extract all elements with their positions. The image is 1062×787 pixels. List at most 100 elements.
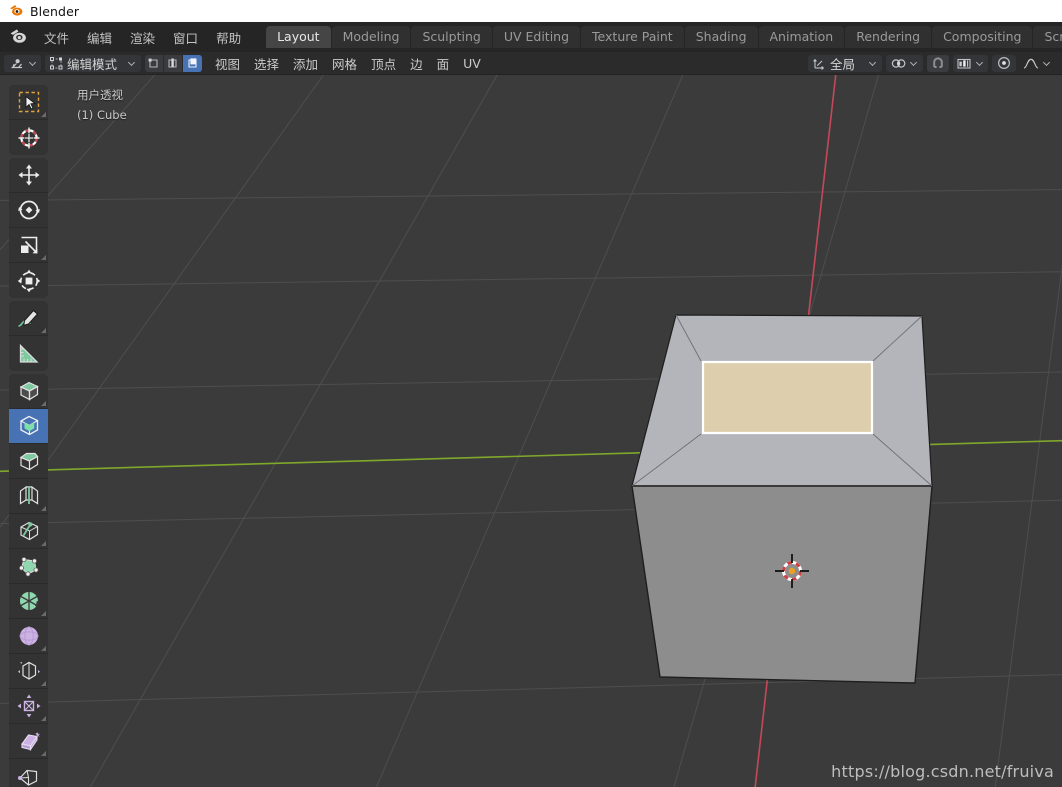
workspace-tab-compositing[interactable]: Compositing: [932, 26, 1033, 48]
toolbar-group-annotate: [9, 301, 48, 371]
interaction-mode-selector[interactable]: 编辑模式: [45, 54, 141, 72]
menubar-items: 文件 编辑 渲染 窗口 帮助: [35, 25, 250, 50]
transform-orientation-label: 全局: [830, 56, 856, 72]
viewport-view-name: 用户透视: [77, 88, 123, 102]
toolbar-group-transform: [9, 158, 48, 298]
editor-type-selector[interactable]: [4, 54, 41, 72]
tweak-select-box-tool[interactable]: [9, 85, 48, 120]
chevron-down-icon: [870, 60, 877, 67]
proportional-falloff-smooth-icon: [1023, 57, 1039, 70]
snap-magnet-icon: [931, 56, 945, 70]
inset-faces-tool[interactable]: [9, 409, 48, 444]
workspace-tab-rendering[interactable]: Rendering: [845, 26, 932, 48]
interaction-mode-label: 编辑模式: [67, 56, 118, 72]
tool-more-corner-icon: [41, 716, 46, 721]
viewport-menu-vertex[interactable]: 顶点: [364, 52, 403, 75]
tool-more-corner-icon: [41, 646, 46, 651]
menu-window[interactable]: 窗口: [164, 25, 207, 50]
chevron-down-icon: [129, 60, 136, 67]
edge-slide-tool[interactable]: [9, 654, 48, 689]
smooth-tool[interactable]: [9, 619, 48, 654]
viewport-menu-face[interactable]: 面: [430, 52, 457, 75]
tool-more-corner-icon: [41, 611, 46, 616]
cube-object[interactable]: [631, 314, 933, 684]
workspace-tab-modeling[interactable]: Modeling: [331, 26, 411, 48]
viewport-menu-view[interactable]: 视图: [208, 52, 247, 75]
face-select-mode[interactable]: [183, 54, 202, 72]
tool-more-corner-icon: [41, 751, 46, 756]
edge-select-mode[interactable]: [164, 54, 183, 72]
proportional-editing-selector[interactable]: [953, 54, 988, 72]
3d-viewport[interactable]: 用户透视 (1) Cube https://blog.csdn.net/frui…: [0, 75, 1062, 787]
workspace-tab-texture-paint[interactable]: Texture Paint: [581, 26, 684, 48]
viewport-header-menus: 视图 选择 添加 网格 顶点 边 面 UV: [208, 52, 488, 75]
spin-tool[interactable]: [9, 584, 48, 619]
viewport-menu-uv[interactable]: UV: [456, 54, 488, 73]
viewport-header: 编辑模式 视图 选择 添加 网格 顶点 边 面 UV 全局: [0, 52, 1062, 75]
viewport-toolbar: [9, 85, 48, 787]
workspace-tab-animation[interactable]: Animation: [758, 26, 845, 48]
scale-tool[interactable]: [9, 228, 48, 263]
transform-tool[interactable]: [9, 263, 48, 298]
snapping-selector[interactable]: [886, 54, 923, 72]
workspace-tab-scripting[interactable]: Scripting: [1033, 26, 1062, 48]
cursor-tool[interactable]: [9, 120, 48, 155]
viewport-canvas: [0, 75, 1062, 787]
workspace-tab-layout[interactable]: Layout: [266, 26, 331, 48]
rip-region-tool[interactable]: [9, 759, 48, 787]
annotate-tool[interactable]: [9, 301, 48, 336]
workspace-tab-shading[interactable]: Shading: [684, 26, 758, 48]
measure-tool[interactable]: [9, 336, 48, 371]
vertex-select-mode[interactable]: [145, 54, 164, 72]
snap-magnet-toggle[interactable]: [927, 54, 949, 72]
tool-more-corner-icon: [41, 401, 46, 406]
editor-type-3d-viewport-icon: [10, 57, 25, 70]
toolbar-group-mesh-edit: [9, 374, 48, 787]
move-tool[interactable]: [9, 158, 48, 193]
extrude-region-tool[interactable]: [9, 374, 48, 409]
chevron-down-icon: [30, 60, 37, 67]
shrink-fatten-tool[interactable]: [9, 689, 48, 724]
edit-mode-icon: [50, 56, 63, 70]
toolbar-group-select: [9, 85, 48, 155]
tool-more-corner-icon: [41, 541, 46, 546]
workspace-tab-uv-editing[interactable]: UV Editing: [492, 26, 581, 48]
loop-cut-tool[interactable]: [9, 479, 48, 514]
proportional-connected-icon: [997, 56, 1011, 70]
blender-application-window: Blender 文件 编辑 渲染 窗口 帮助 Layout Modeling S…: [0, 0, 1062, 787]
viewport-menu-mesh[interactable]: 网格: [325, 52, 364, 75]
poly-build-tool[interactable]: [9, 549, 48, 584]
viewport-info-text: 用户透视 (1) Cube: [77, 85, 127, 125]
rotate-tool[interactable]: [9, 193, 48, 228]
tool-more-corner-icon: [41, 506, 46, 511]
viewport-menu-select[interactable]: 选择: [247, 52, 286, 75]
watermark-text: https://blog.csdn.net/fruiva: [831, 762, 1054, 781]
blender-logo-icon[interactable]: [8, 27, 28, 47]
selected-inset-face: [701, 360, 874, 435]
mesh-select-mode-group: [145, 54, 202, 72]
viewport-menu-edge[interactable]: 边: [403, 52, 430, 75]
proportional-connected-toggle[interactable]: [992, 54, 1016, 72]
transform-orientation-icon: [813, 57, 826, 70]
menu-help[interactable]: 帮助: [207, 25, 250, 50]
tool-more-corner-icon: [41, 328, 46, 333]
workspace-tab-sculpting[interactable]: Sculpting: [411, 26, 492, 48]
chevron-down-icon: [911, 60, 918, 67]
proportional-edit-icon: [957, 57, 972, 70]
window-title: Blender: [30, 3, 80, 19]
menu-render[interactable]: 渲染: [121, 25, 164, 50]
transform-orientation-selector[interactable]: 全局: [808, 54, 882, 72]
menu-file[interactable]: 文件: [35, 25, 78, 50]
menu-edit[interactable]: 编辑: [78, 25, 121, 50]
blender-logo-icon: [8, 3, 24, 19]
tool-more-corner-icon: [41, 255, 46, 260]
tool-more-corner-icon: [41, 681, 46, 686]
viewport-active-object: (1) Cube: [77, 108, 127, 122]
viewport-menu-add[interactable]: 添加: [286, 52, 325, 75]
proportional-falloff-selector[interactable]: [1020, 55, 1054, 72]
chevron-down-icon: [977, 60, 984, 67]
knife-tool[interactable]: [9, 514, 48, 549]
shear-tool[interactable]: [9, 724, 48, 759]
bevel-tool[interactable]: [9, 444, 48, 479]
snap-target-icon: [891, 57, 906, 70]
